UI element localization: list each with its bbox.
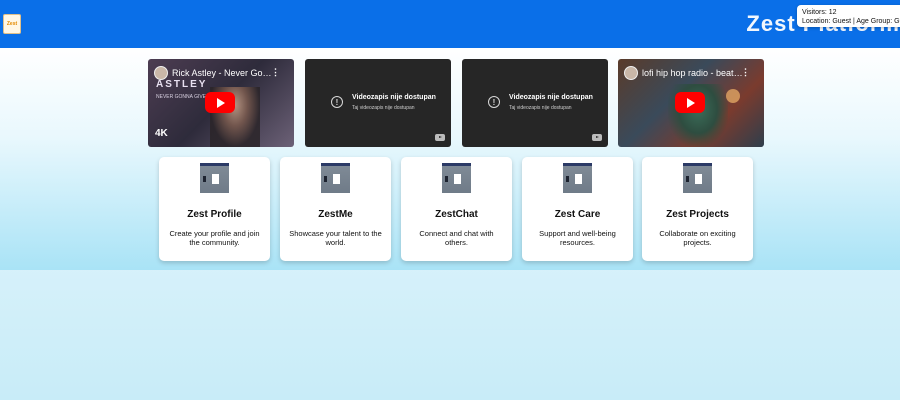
card-description: Showcase your talent to the world. xyxy=(289,229,382,247)
zest-logo-icon[interactable]: Zest xyxy=(3,14,21,34)
card-zest-profile[interactable]: Zest Profile Create your profile and joi… xyxy=(159,157,270,261)
video-title[interactable]: lofi hip hop radio - beats to relax/stud… xyxy=(642,68,746,78)
unavailable-icon: ! xyxy=(331,96,343,108)
unavailable-title: Videozapis nije dostupan xyxy=(509,94,593,101)
card-description: Collaborate on exciting projects. xyxy=(659,229,736,247)
kebab-menu-icon[interactable]: ⋮ xyxy=(271,67,280,78)
visitor-count: Visitors: 12 xyxy=(802,9,837,16)
card-thumbnail-icon xyxy=(683,163,712,193)
video-embed-unavailable[interactable]: ! Videozapis nije dostupan Taj videozapi… xyxy=(462,59,608,147)
video-row: ASTLEY NEVER GONNA GIVE YOU UP Rick Astl… xyxy=(148,59,764,147)
unavailable-subtitle: Taj videozapis nije dostupan xyxy=(352,105,415,111)
video-embed-lofi[interactable]: lofi hip hop radio - beats to relax/stud… xyxy=(618,59,764,147)
card-description: Connect and chat with others. xyxy=(419,229,494,247)
youtube-logo-icon[interactable] xyxy=(592,134,602,141)
youtube-play-icon[interactable] xyxy=(205,92,235,113)
visitor-location: Location: Guest | Age Group: Guest xyxy=(802,18,900,25)
feature-cards: Zest Profile Create your profile and joi… xyxy=(159,157,754,261)
top-header: Zest Zest Platform Visitors: 12 Location… xyxy=(0,0,900,48)
youtube-play-icon[interactable] xyxy=(675,92,705,113)
card-zest-care[interactable]: Zest Care Support and well-being resourc… xyxy=(522,157,633,261)
visitor-info-box: Visitors: 12 Location: Guest | Age Group… xyxy=(797,5,900,27)
video-title[interactable]: Rick Astley - Never Gonna Give You Up xyxy=(172,68,276,78)
card-description: Support and well-being resources. xyxy=(539,229,616,247)
card-zestchat[interactable]: ZestChat Connect and chat with others. xyxy=(401,157,512,261)
video-embed-unavailable[interactable]: ! Videozapis nije dostupan Taj videozapi… xyxy=(305,59,451,147)
card-zest-projects[interactable]: Zest Projects Collaborate on exciting pr… xyxy=(642,157,753,261)
unavailable-icon: ! xyxy=(488,96,500,108)
card-thumbnail-icon xyxy=(563,163,592,193)
card-thumbnail-icon xyxy=(200,163,229,193)
thumbnail-lamp xyxy=(726,89,740,103)
unavailable-subtitle: Taj videozapis nije dostupan xyxy=(509,105,572,111)
card-title: Zest Profile xyxy=(187,209,242,220)
card-thumbnail-icon xyxy=(442,163,471,193)
thumbnail-caption: ASTLEY xyxy=(156,79,208,90)
video-embed-rick-astley[interactable]: ASTLEY NEVER GONNA GIVE YOU UP Rick Astl… xyxy=(148,59,294,147)
quality-badge: 4K xyxy=(155,128,168,139)
card-title: ZestChat xyxy=(435,209,478,220)
card-thumbnail-icon xyxy=(321,163,350,193)
kebab-menu-icon[interactable]: ⋮ xyxy=(741,67,750,78)
channel-avatar-icon[interactable] xyxy=(154,66,168,80)
card-title: ZestMe xyxy=(318,209,353,220)
card-title: Zest Projects xyxy=(666,209,729,220)
card-zestme[interactable]: ZestMe Showcase your talent to the world… xyxy=(280,157,391,261)
card-title: Zest Care xyxy=(554,209,601,220)
youtube-logo-icon[interactable] xyxy=(435,134,445,141)
unavailable-title: Videozapis nije dostupan xyxy=(352,94,436,101)
card-description: Create your profile and join the communi… xyxy=(169,229,260,247)
channel-avatar-icon[interactable] xyxy=(624,66,638,80)
